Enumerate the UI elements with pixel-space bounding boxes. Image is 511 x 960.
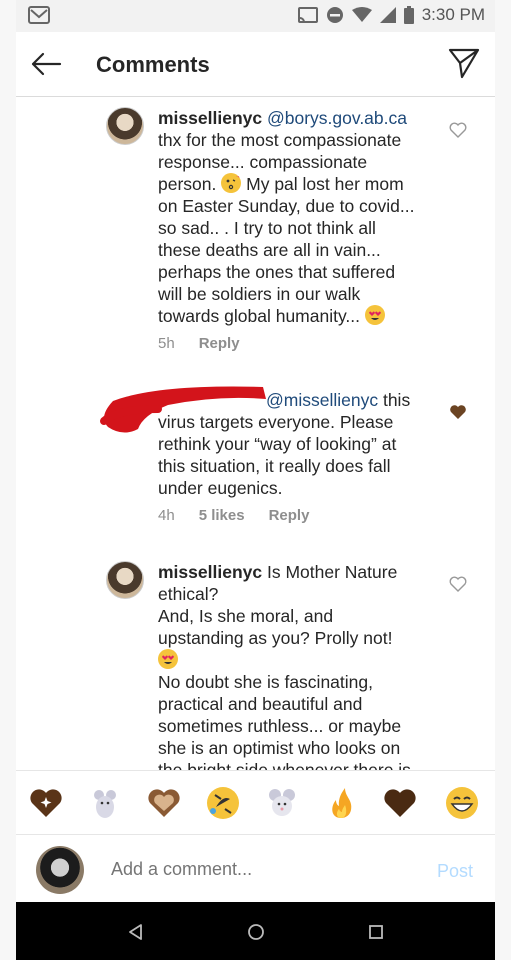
nav-home-icon[interactable] <box>246 922 266 942</box>
comment-mention[interactable]: @borys.gov.ab.ca <box>267 108 407 128</box>
brown-heart-icon[interactable] <box>382 785 418 821</box>
comment-line: will be soldiers in our walk <box>158 284 361 304</box>
comment-line: And, Is she moral, and <box>158 606 334 626</box>
heart-outline-icon[interactable] <box>449 121 467 139</box>
emoji-bar <box>16 770 495 835</box>
avatar[interactable] <box>106 561 144 599</box>
redaction-scribble <box>100 386 266 433</box>
comment-list: missellienyc @borys.gov.ab.ca thx for th… <box>16 97 495 770</box>
current-user-avatar <box>36 846 84 894</box>
nav-back-icon[interactable] <box>126 922 146 942</box>
status-bar: 3:30 PM <box>16 0 495 32</box>
heart-icon[interactable] <box>146 785 182 821</box>
mouse-icon[interactable] <box>87 785 123 821</box>
heart-outline-icon[interactable] <box>449 575 467 593</box>
kissing-face-icon <box>221 173 242 193</box>
nav-recents-icon[interactable] <box>366 922 386 942</box>
app-frame: 3:30 PM Comments missellienyc @borys.gov… <box>16 0 495 960</box>
clock: 3:30 PM <box>421 5 485 24</box>
battery-icon <box>403 6 414 24</box>
comment-meta: 4h 5 likes Reply <box>158 507 309 524</box>
fire-icon[interactable] <box>323 785 359 821</box>
dnd-icon <box>326 7 343 23</box>
comment-username[interactable]: missellienyc <box>158 108 262 128</box>
direct-send-icon[interactable] <box>447 46 481 80</box>
comment-text: missellienyc Is Mother Nature ethical? A… <box>158 561 448 770</box>
comment-line: ethical? <box>158 584 219 604</box>
comment-line: Is Mother Nature <box>262 562 398 582</box>
comment-line: towards global humanity... <box>158 306 361 326</box>
gmail-icon <box>28 6 50 24</box>
comment-line: perhaps the ones that suffered <box>158 262 396 282</box>
sparkling-heart-icon[interactable] <box>28 785 64 821</box>
comment-line: this <box>378 390 411 410</box>
comment-username[interactable]: missellienyc <box>158 562 262 582</box>
comment-meta: 5h Reply <box>158 335 240 352</box>
comment-line: these deaths are all in vain... <box>158 240 381 260</box>
heart-filled-icon[interactable] <box>449 403 467 421</box>
likes-count[interactable]: 5 likes <box>199 507 245 524</box>
comment-line: she is an optimist who looks on <box>158 738 401 758</box>
heart-eyes-icon <box>364 305 385 325</box>
grin-icon[interactable] <box>444 785 480 821</box>
navigation-bar <box>16 902 495 960</box>
comment-line: My pal lost her mom <box>246 174 404 194</box>
comments-header: Comments <box>16 32 495 97</box>
comment-line: so sad.. . I try to not think all <box>158 218 376 238</box>
comment-line: this situation, it really does fall <box>158 456 391 476</box>
avatar[interactable] <box>106 107 144 145</box>
wifi-icon <box>351 7 372 22</box>
comment-line: person. <box>158 174 217 194</box>
signal-icon <box>379 7 396 23</box>
reply-button[interactable]: Reply <box>199 335 240 352</box>
comment-line: practical and beautiful and <box>158 694 363 714</box>
mouse-face-icon[interactable] <box>264 785 300 821</box>
comment-composer: Post <box>16 834 495 903</box>
rolling-laugh-icon[interactable] <box>205 785 241 821</box>
comment-mention[interactable]: @missellienyc <box>266 390 378 410</box>
comment-time: 5h <box>158 335 175 352</box>
reply-button[interactable]: Reply <box>269 507 310 524</box>
comment-line: sometimes ruthless... or maybe <box>158 716 402 736</box>
cast-icon <box>297 7 318 23</box>
comment-line: No doubt she is fascinating, <box>158 672 373 692</box>
comment-text: missellienyc @borys.gov.ab.ca thx for th… <box>158 107 448 327</box>
heart-eyes-icon <box>158 649 178 669</box>
comment-input[interactable] <box>111 859 411 880</box>
comment-line: upstanding as you? Prolly not! <box>158 628 393 648</box>
page-title: Comments <box>96 52 210 77</box>
comment-line: thx for the most compassionate <box>158 130 402 150</box>
comment-line: on Easter Sunday, due to covid... <box>158 196 415 216</box>
post-button[interactable]: Post <box>437 861 473 882</box>
comment-line: response... compassionate <box>158 152 368 172</box>
comment-line: the bright side whenever there is <box>158 760 411 770</box>
comment-time: 4h <box>158 507 175 524</box>
comment-line: under eugenics. <box>158 478 283 498</box>
arrow-left-icon[interactable] <box>28 46 64 82</box>
